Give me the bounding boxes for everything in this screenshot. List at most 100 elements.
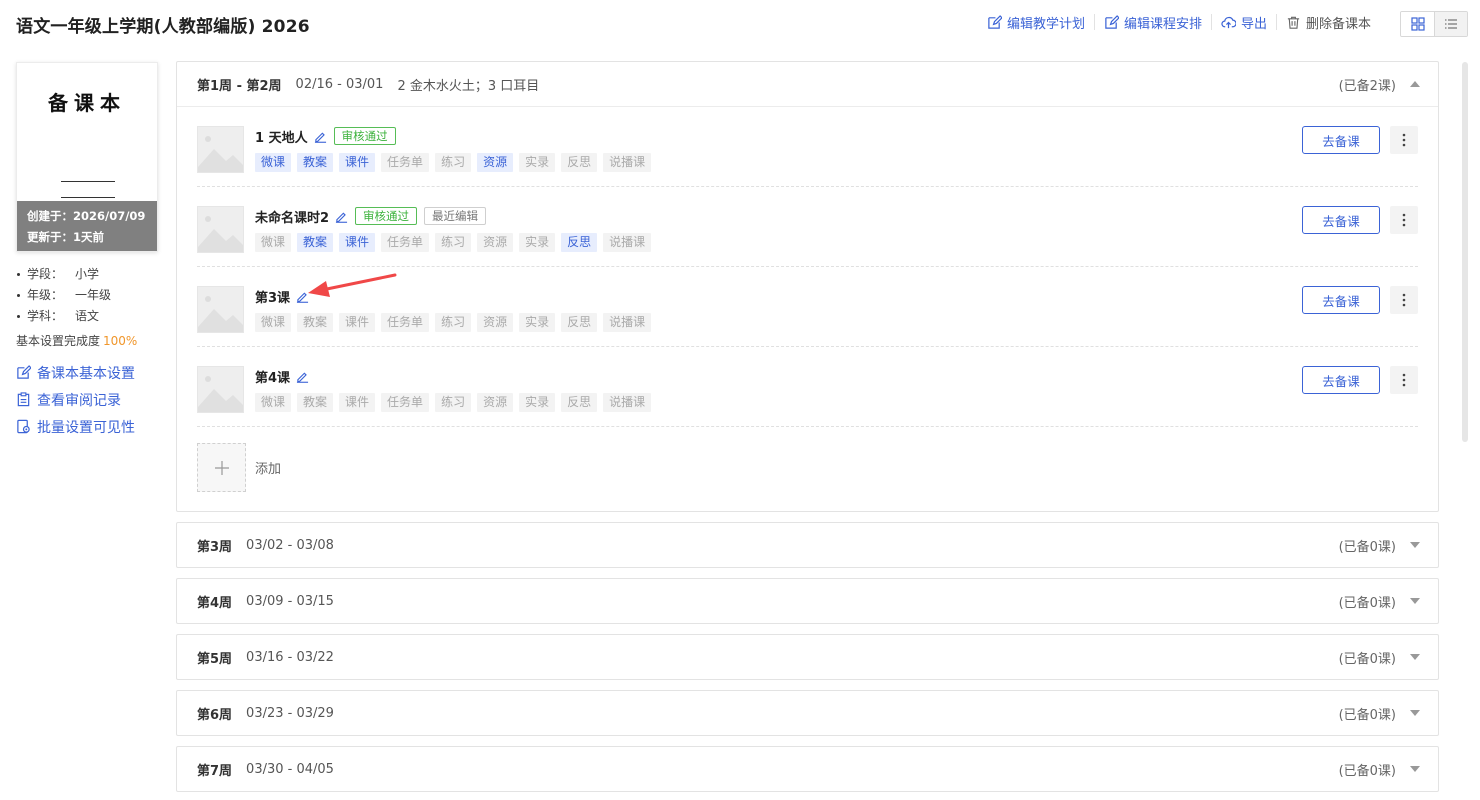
more-options-button[interactable] <box>1390 366 1418 394</box>
resource-tag[interactable]: 教案 <box>297 313 334 332</box>
lesson-thumbnail[interactable] <box>197 126 244 173</box>
edit-icon <box>1105 14 1119 29</box>
resource-tag[interactable]: 课件 <box>339 313 376 332</box>
resource-tag[interactable]: 教案 <box>297 393 334 412</box>
toolbar: 编辑教学计划 编辑课程安排 导出 删除备课本 <box>978 12 1380 32</box>
image-placeholder-icon <box>198 367 243 412</box>
resource-tag[interactable]: 资源 <box>477 393 514 412</box>
edit-plan-button[interactable]: 编辑教学计划 <box>978 13 1094 32</box>
cover-title: 备课本 <box>48 91 126 115</box>
resource-tag[interactable]: 反思 <box>561 153 598 172</box>
lesson-list: 1 天地人 审核通过 微课 教案 课件 任务单 练习 资源 实录 反思 说播课 去备课 未命名课时2 审核… <box>197 107 1418 427</box>
week-header-5[interactable]: 第5周 03/16 - 03/22 (已备0课) <box>177 635 1438 679</box>
resource-tag[interactable]: 教案 <box>297 233 334 252</box>
more-options-button[interactable] <box>1390 206 1418 234</box>
list-icon <box>1445 19 1457 29</box>
lesson-row: 未命名课时2 审核通过 最近编辑 微课 教案 课件 任务单 练习 资源 实录 反思 说播课 去备课 <box>197 187 1418 267</box>
lesson-thumbnail[interactable] <box>197 206 244 253</box>
resource-tag[interactable]: 任务单 <box>381 313 430 332</box>
created-date: 创建于：2026/07/09 <box>27 209 146 223</box>
resource-tag[interactable]: 教案 <box>297 153 334 172</box>
resource-tag[interactable]: 说播课 <box>603 233 652 252</box>
add-lesson-button[interactable] <box>197 443 246 492</box>
edit-icon <box>988 14 1002 29</box>
list-view-button[interactable] <box>1434 12 1467 36</box>
edit-plan-label: 编辑教学计划 <box>1006 16 1085 32</box>
cover-line <box>61 181 115 182</box>
resource-tag[interactable]: 任务单 <box>381 393 430 412</box>
chevron-down-icon[interactable] <box>1410 598 1420 604</box>
resource-tag[interactable]: 微课 <box>255 233 292 252</box>
more-vertical-icon <box>1402 373 1406 387</box>
go-prepare-button[interactable]: 去备课 <box>1302 286 1380 314</box>
more-options-button[interactable] <box>1390 286 1418 314</box>
resource-tag[interactable]: 反思 <box>561 233 598 252</box>
resource-tag[interactable]: 说播课 <box>603 313 652 332</box>
chevron-down-icon[interactable] <box>1410 710 1420 716</box>
resource-tag[interactable]: 课件 <box>339 153 376 172</box>
status-badge: 审核通过 <box>333 127 396 145</box>
chevron-down-icon[interactable] <box>1410 542 1420 548</box>
delete-label: 删除备课本 <box>1305 16 1371 32</box>
week-header-1-2[interactable]: 第1周 - 第2周 02/16 - 03/01 2 金木水火土；3 口耳目 (已… <box>177 62 1438 106</box>
edit-schedule-button[interactable]: 编辑课程安排 <box>1095 13 1211 32</box>
resource-tag[interactable]: 说播课 <box>603 153 652 172</box>
resource-tag[interactable]: 练习 <box>435 313 472 332</box>
review-log-link[interactable]: 查看审阅记录 <box>16 386 158 413</box>
notebook-cover[interactable]: 备课本 创建于：2026/07/09 更新于：1天前 <box>16 62 158 252</box>
pencil-icon[interactable] <box>335 210 348 223</box>
resource-tag[interactable]: 课件 <box>339 393 376 412</box>
grid-view-button[interactable] <box>1401 12 1434 36</box>
more-vertical-icon <box>1402 293 1406 307</box>
more-options-button[interactable] <box>1390 126 1418 154</box>
resource-tag[interactable]: 实录 <box>519 153 556 172</box>
go-prepare-button[interactable]: 去备课 <box>1302 206 1380 234</box>
resource-tag[interactable]: 微课 <box>255 393 292 412</box>
resource-tag[interactable]: 练习 <box>435 233 472 252</box>
resource-tag[interactable]: 微课 <box>255 153 292 172</box>
resource-tag[interactable]: 说播课 <box>603 393 652 412</box>
export-button[interactable]: 导出 <box>1212 13 1276 32</box>
info-grade: 年级： 一年级 <box>16 285 158 306</box>
page-title: 语文一年级上学期(人教部编版) 2026 <box>16 17 310 37</box>
resource-tag[interactable]: 任务单 <box>381 153 430 172</box>
resource-tag[interactable]: 微课 <box>255 313 292 332</box>
chevron-up-icon[interactable] <box>1410 81 1420 87</box>
scrollbar[interactable] <box>1462 62 1468 442</box>
go-prepare-button[interactable]: 去备课 <box>1302 366 1380 394</box>
more-vertical-icon <box>1402 213 1406 227</box>
resource-tag[interactable]: 实录 <box>519 393 556 412</box>
week-header-3[interactable]: 第3周 03/02 - 03/08 (已备0课) <box>177 523 1438 567</box>
pencil-icon[interactable] <box>296 370 309 383</box>
lesson-thumbnail[interactable] <box>197 366 244 413</box>
cover-meta: 创建于：2026/07/09 更新于：1天前 <box>17 201 157 251</box>
lesson-thumbnail[interactable] <box>197 286 244 333</box>
resource-tag[interactable]: 资源 <box>477 153 514 172</box>
resource-tag[interactable]: 练习 <box>435 153 472 172</box>
resource-tag[interactable]: 任务单 <box>381 233 430 252</box>
chevron-down-icon[interactable] <box>1410 654 1420 660</box>
pencil-icon[interactable] <box>296 290 309 303</box>
basic-settings-link[interactable]: 备课本基本设置 <box>16 359 158 386</box>
batch-visibility-link[interactable]: 批量设置可见性 <box>16 413 158 440</box>
resource-tag[interactable]: 练习 <box>435 393 472 412</box>
go-prepare-button[interactable]: 去备课 <box>1302 126 1380 154</box>
resource-tag[interactable]: 反思 <box>561 393 598 412</box>
delete-notebook-button[interactable]: 删除备课本 <box>1277 13 1380 32</box>
pencil-icon[interactable] <box>314 130 327 143</box>
resource-tag[interactable]: 资源 <box>477 233 514 252</box>
week-header-4[interactable]: 第4周 03/09 - 03/15 (已备0课) <box>177 579 1438 623</box>
resource-tag[interactable]: 课件 <box>339 233 376 252</box>
resource-tag[interactable]: 反思 <box>561 313 598 332</box>
resource-tag[interactable]: 实录 <box>519 233 556 252</box>
week-header-6[interactable]: 第6周 03/23 - 03/29 (已备0课) <box>177 691 1438 735</box>
status-badge: 最近编辑 <box>424 207 487 225</box>
clipboard-icon <box>17 392 30 407</box>
notebook-info: 学段： 小学 年级： 一年级 学科： 语文 <box>16 264 158 327</box>
image-placeholder-icon <box>198 287 243 332</box>
resource-tag[interactable]: 资源 <box>477 313 514 332</box>
week-header-7[interactable]: 第7周 03/30 - 04/05 (已备0课) <box>177 747 1438 791</box>
resource-tag[interactable]: 实录 <box>519 313 556 332</box>
cover-line <box>61 197 115 198</box>
chevron-down-icon[interactable] <box>1410 766 1420 772</box>
